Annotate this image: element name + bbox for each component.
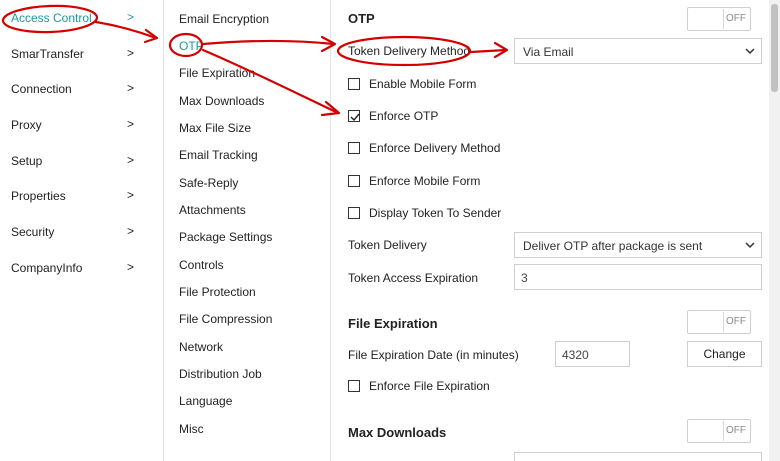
file-expiration-date-label: File Expiration Date (in minutes): [348, 348, 519, 362]
nav-item-companyinfo[interactable]: CompanyInfo >: [0, 254, 163, 284]
subnav-item-distribution-job[interactable]: Distribution Job: [179, 367, 262, 381]
toggle-state: OFF: [726, 316, 746, 327]
input-value: 3: [521, 271, 528, 285]
subnav-item-otp[interactable]: OTP: [179, 39, 204, 53]
token-delivery-method-label: Token Delivery Method: [348, 44, 471, 58]
checkmark-icon: [350, 113, 360, 122]
checkbox-label: Enforce File Expiration: [369, 379, 490, 393]
subnav-item-max-downloads[interactable]: Max Downloads: [179, 94, 264, 108]
chevron-right-icon: >: [127, 260, 135, 274]
otp-heading: OTP: [348, 11, 375, 26]
checkbox-label: Enforce Delivery Method: [369, 141, 501, 155]
main-nav: Access Control > SmarTransfer > Connecti…: [0, 0, 164, 461]
checkbox-label: Display Token To Sender: [369, 206, 502, 220]
subnav-item-file-protection[interactable]: File Protection: [179, 285, 256, 299]
chevron-right-icon: >: [127, 46, 135, 60]
file-expiration-heading: File Expiration: [348, 316, 438, 331]
nav-item-label: CompanyInfo: [11, 261, 83, 275]
change-button[interactable]: Change: [687, 341, 762, 367]
display-token-to-sender-checkbox[interactable]: [348, 207, 360, 219]
max-downloads-toggle[interactable]: OFF: [687, 419, 751, 443]
enforce-delivery-method-checkbox[interactable]: [348, 142, 360, 154]
select-value: Via Email: [523, 45, 574, 59]
enforce-file-expiration-checkbox[interactable]: [348, 380, 360, 392]
toggle-knob: [689, 312, 724, 332]
chevron-right-icon: >: [127, 10, 135, 24]
token-access-expiration-input[interactable]: 3: [514, 264, 762, 290]
nav-item-proxy[interactable]: Proxy >: [0, 111, 163, 141]
file-expiration-toggle[interactable]: OFF: [687, 310, 751, 334]
nav-item-label: Access Control: [11, 11, 92, 25]
subnav-item-safe-reply[interactable]: Safe-Reply: [179, 176, 238, 190]
nav-item-smartransfer[interactable]: SmarTransfer >: [0, 40, 163, 70]
chevron-right-icon: >: [127, 188, 135, 202]
enforce-mobile-form-checkbox[interactable]: [348, 175, 360, 187]
nav-item-connection[interactable]: Connection >: [0, 75, 163, 105]
chevron-right-icon: >: [127, 153, 135, 167]
subnav-item-misc[interactable]: Misc: [179, 422, 204, 436]
subnav-item-network[interactable]: Network: [179, 340, 223, 354]
chevron-right-icon: >: [127, 224, 135, 238]
chevron-down-icon: [745, 48, 755, 55]
select-value: Deliver OTP after package is sent: [523, 239, 703, 253]
token-access-expiration-label: Token Access Expiration: [348, 271, 479, 285]
nav-item-setup[interactable]: Setup >: [0, 147, 163, 177]
sub-nav: Email Encryption OTP File Expiration Max…: [164, 0, 331, 461]
toggle-knob: [689, 421, 724, 441]
subnav-item-max-file-size[interactable]: Max File Size: [179, 121, 251, 135]
token-delivery-select[interactable]: Deliver OTP after package is sent: [514, 232, 762, 258]
nav-item-label: SmarTransfer: [11, 47, 84, 61]
subnav-item-email-tracking[interactable]: Email Tracking: [179, 148, 258, 162]
nav-item-access-control[interactable]: Access Control >: [0, 4, 163, 34]
checkbox-label: Enable Mobile Form: [369, 77, 477, 91]
subnav-item-file-expiration[interactable]: File Expiration: [179, 66, 255, 80]
nav-item-label: Security: [11, 225, 55, 239]
chevron-down-icon: [745, 242, 755, 249]
checkbox-label: Enforce Mobile Form: [369, 174, 481, 188]
input-value: 4320: [562, 348, 589, 362]
subnav-item-file-compression[interactable]: File Compression: [179, 312, 272, 326]
toggle-state: OFF: [726, 425, 746, 436]
otp-toggle[interactable]: OFF: [687, 7, 751, 31]
nav-item-label: Setup: [11, 154, 43, 168]
toggle-knob: [689, 9, 724, 29]
token-delivery-label: Token Delivery: [348, 238, 427, 252]
nav-item-properties[interactable]: Properties >: [0, 182, 163, 212]
checkbox-label: Enforce OTP: [369, 109, 439, 123]
subnav-item-email-encryption[interactable]: Email Encryption: [179, 12, 269, 26]
enable-mobile-form-checkbox[interactable]: [348, 78, 360, 90]
token-delivery-method-select[interactable]: Via Email: [514, 38, 762, 64]
chevron-right-icon: >: [127, 81, 135, 95]
nav-item-label: Proxy: [11, 118, 42, 132]
nav-item-label: Properties: [11, 189, 66, 203]
enforce-otp-checkbox[interactable]: [348, 110, 360, 122]
subnav-item-controls[interactable]: Controls: [179, 258, 224, 272]
subnav-item-language[interactable]: Language: [179, 394, 232, 408]
subnav-item-attachments[interactable]: Attachments: [179, 203, 246, 217]
max-downloads-heading: Max Downloads: [348, 425, 447, 440]
settings-panel: OTP OFF Token Delivery Method Via Email …: [331, 0, 769, 461]
nav-item-label: Connection: [11, 82, 72, 96]
toggle-state: OFF: [726, 13, 746, 24]
subnav-item-package-settings[interactable]: Package Settings: [179, 230, 272, 244]
file-expiration-date-input[interactable]: 4320: [555, 341, 630, 367]
nav-item-security[interactable]: Security >: [0, 218, 163, 248]
chevron-right-icon: >: [127, 117, 135, 131]
vertical-scrollbar[interactable]: [769, 0, 780, 461]
max-downloads-input[interactable]: [514, 452, 762, 461]
scrollbar-thumb[interactable]: [771, 4, 778, 92]
